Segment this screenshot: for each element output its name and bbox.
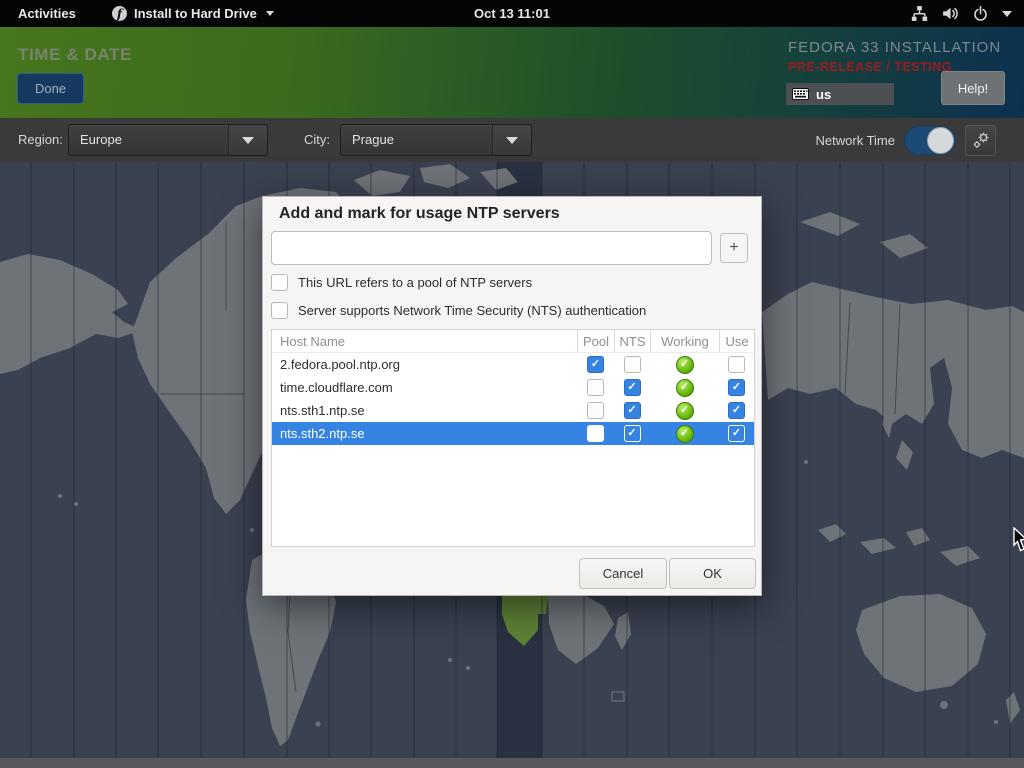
use-cell [719, 353, 754, 376]
gnome-top-bar: Activities Oct 13 11:01 f Install to Har… [0, 0, 1024, 27]
header-working: Working [650, 330, 719, 352]
mouse-cursor [1013, 527, 1024, 553]
pool-option-label: This URL refers to a pool of NTP servers [298, 275, 532, 290]
use-cell: ✓ [719, 422, 754, 445]
working-cell: ✓ [650, 399, 719, 422]
working-status-icon: ✓ [676, 379, 694, 397]
product-title: FEDORA 33 INSTALLATION [788, 39, 1001, 56]
host-name-cell: nts.sth2.ntp.se [272, 422, 577, 445]
pool-checkbox[interactable] [587, 402, 604, 419]
chevron-down-icon [266, 11, 274, 16]
working-status-icon: ✓ [676, 425, 694, 443]
app-menu-label: Install to Hard Drive [134, 6, 257, 21]
dialog-title: Add and mark for usage NTP servers [279, 205, 560, 223]
wired-network-icon[interactable] [911, 5, 928, 22]
nts-option: Server supports Network Time Security (N… [271, 302, 646, 319]
ntp-servers-dialog: Add and mark for usage NTP servers + Thi… [262, 196, 762, 596]
host-name-cell: 2.fedora.pool.ntp.org [272, 353, 577, 376]
nts-cell [614, 353, 650, 376]
region-value: Europe [69, 125, 228, 155]
chevron-down-icon[interactable] [1002, 11, 1012, 17]
use-checkbox[interactable]: ✓ [728, 425, 745, 442]
city-label: City: [304, 118, 330, 162]
header-use: Use [719, 330, 754, 352]
working-status-icon: ✓ [676, 402, 694, 420]
ntp-server-table: Host Name Pool NTS Working Use 2.fedora.… [271, 329, 755, 547]
add-server-button[interactable]: + [720, 233, 748, 263]
app-menu-button[interactable]: f Install to Hard Drive [112, 0, 274, 27]
screen: Activities Oct 13 11:01 f Install to Har… [0, 0, 1024, 768]
pool-cell: ✓ [577, 353, 614, 376]
pool-cell [577, 422, 614, 445]
table-row[interactable]: 2.fedora.pool.ntp.org ✓ ✓ [272, 353, 754, 376]
ok-button[interactable]: OK [669, 558, 756, 589]
host-name-cell: time.cloudflare.com [272, 376, 577, 399]
region-label: Region: [18, 118, 63, 162]
prerelease-badge: PRE-RELEASE / TESTING [788, 60, 952, 74]
working-cell: ✓ [650, 422, 719, 445]
installer-header: TIME & DATE FEDORA 33 INSTALLATION PRE-R… [0, 27, 1024, 118]
use-checkbox[interactable]: ✓ [728, 379, 745, 396]
pool-cell [577, 399, 614, 422]
use-checkbox[interactable] [728, 356, 745, 373]
server-url-input[interactable] [271, 231, 712, 265]
fedora-logo-icon: f [112, 6, 127, 21]
ntp-table-body: 2.fedora.pool.ntp.org✓✓time.cloudflare.c… [272, 353, 754, 445]
keyboard-layout-label: us [816, 87, 831, 102]
map-bottom-strip [0, 758, 1024, 768]
pool-option: This URL refers to a pool of NTP servers [271, 274, 532, 291]
nts-checkbox[interactable] [624, 356, 641, 373]
pool-checkbox[interactable]: ✓ [587, 356, 604, 373]
use-cell: ✓ [719, 376, 754, 399]
working-status-icon: ✓ [676, 356, 694, 374]
table-row[interactable]: time.cloudflare.com ✓ ✓ ✓ [272, 376, 754, 399]
use-cell: ✓ [719, 399, 754, 422]
keyboard-layout-button[interactable]: us [786, 83, 894, 105]
pool-url-checkbox[interactable] [271, 274, 288, 291]
nts-cell: ✓ [614, 376, 650, 399]
working-cell: ✓ [650, 376, 719, 399]
power-icon[interactable] [972, 5, 989, 22]
cancel-button[interactable]: Cancel [579, 558, 667, 589]
nts-support-checkbox[interactable] [271, 302, 288, 319]
table-row[interactable]: nts.sth1.ntp.se ✓ ✓ ✓ [272, 399, 754, 422]
header-pool: Pool [577, 330, 614, 352]
nts-cell: ✓ [614, 422, 650, 445]
header-host-name: Host Name [272, 330, 577, 352]
pool-checkbox[interactable] [587, 379, 604, 396]
timezone-toolbar: Region: Europe City: Prague Network Time [0, 118, 1024, 162]
nts-option-label: Server supports Network Time Security (N… [298, 303, 646, 318]
page-title: TIME & DATE [18, 45, 132, 65]
pool-checkbox[interactable] [587, 425, 604, 442]
host-name-cell: nts.sth1.ntp.se [272, 399, 577, 422]
use-checkbox[interactable]: ✓ [728, 402, 745, 419]
chevron-down-icon [492, 125, 531, 155]
chevron-down-icon [228, 125, 267, 155]
volume-icon[interactable] [941, 5, 959, 22]
nts-checkbox[interactable]: ✓ [624, 379, 641, 396]
working-cell: ✓ [650, 353, 719, 376]
gear-icon [971, 130, 991, 150]
nts-checkbox[interactable]: ✓ [624, 402, 641, 419]
help-button[interactable]: Help! [941, 71, 1005, 105]
ntp-settings-button[interactable] [965, 125, 996, 156]
done-button[interactable]: Done [17, 73, 84, 104]
region-dropdown[interactable]: Europe [68, 124, 268, 156]
nts-checkbox[interactable]: ✓ [624, 425, 641, 442]
network-time-label: Network Time [816, 133, 895, 148]
network-time-toggle[interactable] [904, 126, 956, 155]
table-row[interactable]: nts.sth2.ntp.se ✓ ✓ ✓ [272, 422, 754, 445]
toggle-knob [927, 127, 954, 154]
header-nts: NTS [614, 330, 650, 352]
nts-cell: ✓ [614, 399, 650, 422]
keyboard-layout-icon [792, 88, 809, 100]
city-dropdown[interactable]: Prague [340, 124, 532, 156]
city-value: Prague [341, 125, 492, 155]
table-header: Host Name Pool NTS Working Use [272, 330, 754, 353]
pool-cell [577, 376, 614, 399]
